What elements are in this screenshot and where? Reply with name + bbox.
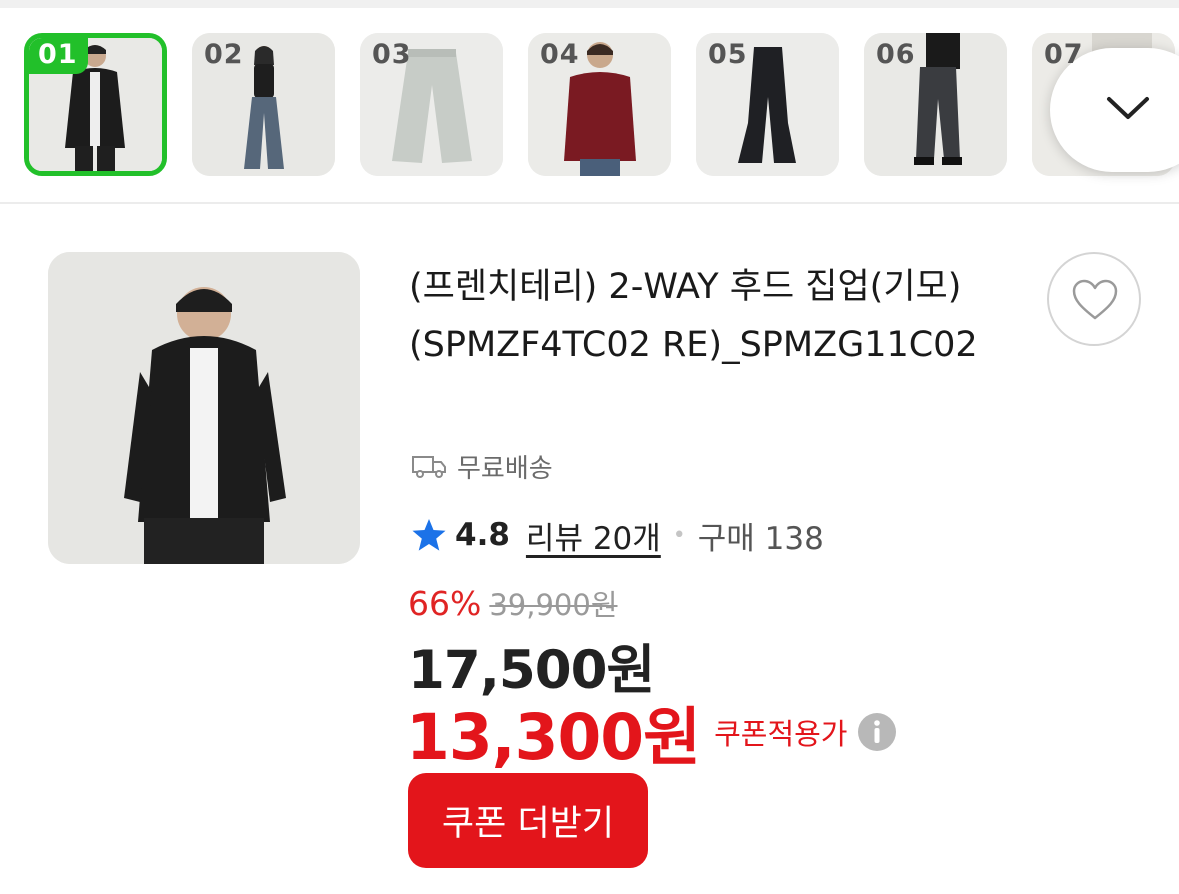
rating-row: 4.8 리뷰 20개 • 구매 138 (411, 512, 824, 558)
shipping-info: 무료배송 (411, 446, 553, 486)
discount-rate: 66% (408, 583, 482, 623)
chevron-down-icon (1107, 97, 1149, 119)
heart-icon (1072, 279, 1118, 320)
thumbnail-number: 05 (708, 39, 748, 70)
truck-icon (412, 456, 446, 478)
purchase-count: 구매 138 (697, 520, 824, 557)
more-coupons-button[interactable]: 쿠폰 더받기 (408, 773, 648, 868)
rating-score: 4.8 (455, 517, 510, 553)
top-divider (0, 0, 1179, 8)
thumbnail-06[interactable]: 06 (864, 33, 1007, 176)
coupon-price: 13,300원 (406, 700, 701, 774)
thumbnail-number: 07 (1044, 39, 1084, 70)
review-link[interactable]: 리뷰 20개 (526, 513, 661, 558)
info-icon[interactable] (857, 712, 897, 752)
hoodie-model-photo (48, 252, 360, 564)
thumbnail-04[interactable]: 04 (528, 33, 671, 176)
coupon-price-row: 13,300원 쿠폰적용가 (406, 694, 897, 774)
thumbnail-strip: 01 02 03 04 05 06 07 (0, 8, 1179, 204)
original-price: 39,900원 (489, 588, 618, 622)
thumbnail-01[interactable]: 01 (24, 33, 167, 176)
thumbnail-number: 01 (29, 38, 88, 74)
thumbnail-03[interactable]: 03 (360, 33, 503, 176)
thumbnail-05[interactable]: 05 (696, 33, 839, 176)
thumbnail-number: 02 (204, 39, 244, 70)
discount-row: 66% 39,900원 (408, 580, 618, 626)
product-main-image[interactable] (48, 252, 360, 564)
shipping-label: 무료배송 (457, 453, 553, 484)
star-icon (412, 519, 446, 551)
thumbnail-number: 06 (876, 39, 916, 70)
wishlist-button[interactable] (1047, 252, 1141, 346)
separator-dot: • (672, 522, 686, 548)
thumbnail-number: 03 (372, 39, 412, 70)
product-title: (프렌치테리) 2-WAY 후드 집업(기모) (SPMZF4TC02 RE)_… (409, 267, 978, 365)
thumbnail-number: 04 (540, 39, 580, 70)
thumbnail-02[interactable]: 02 (192, 33, 335, 176)
coupon-price-label: 쿠폰적용가 (714, 717, 848, 751)
